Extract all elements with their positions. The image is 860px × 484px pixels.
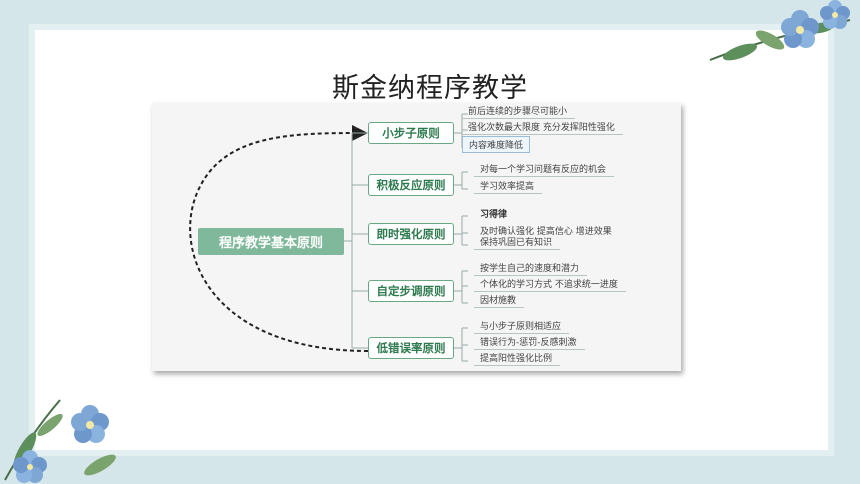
leaf-text-highlighted: 内容难度降低 [462, 136, 531, 153]
leaf-text: 学习效率提高 [474, 179, 543, 194]
leaf-text: 强化次数最大限度 充分发挥阳性强化 [462, 120, 623, 135]
branch-active-response: 积极反应原则 [368, 174, 454, 196]
slide-title: 斯金纳程序教学 [332, 73, 528, 104]
leaf-text: 与小步子原则相适应 [474, 319, 570, 334]
branch-small-steps: 小步子原则 [368, 122, 454, 144]
leaf-text: 前后连续的步骤尽可能小 [462, 104, 576, 119]
leaf-text: 因材施教 [474, 293, 525, 308]
leaf-text: 保持巩固已有知识 [474, 235, 561, 250]
leaf-text: 对每一个学习问题有反应的机会 [474, 162, 615, 177]
branch-immediate-reinforcement: 即时强化原则 [368, 223, 454, 245]
flower-decoration-bottom-left [4, 399, 116, 483]
mind-map: 程序教学基本原则 小步子原则 积极反应原则 即时强化原则 自定步调原则 低错误率… [152, 103, 681, 371]
leaf-text: 按学生自己的速度和潜力 [474, 261, 588, 276]
leaf-text: 个体化的学习方式 不追求统一进度 [474, 277, 626, 292]
branch-self-pacing: 自定步调原则 [368, 280, 454, 302]
center-node: 程序教学基本原则 [198, 228, 344, 255]
leaf-text: 提高阳性强化比例 [474, 351, 561, 366]
leaf-text: 习得律 [480, 210, 508, 220]
leaf-text: 错误行为-惩罚-反感刺激 [474, 335, 585, 350]
branch-low-error-rate: 低错误率原则 [368, 337, 454, 359]
